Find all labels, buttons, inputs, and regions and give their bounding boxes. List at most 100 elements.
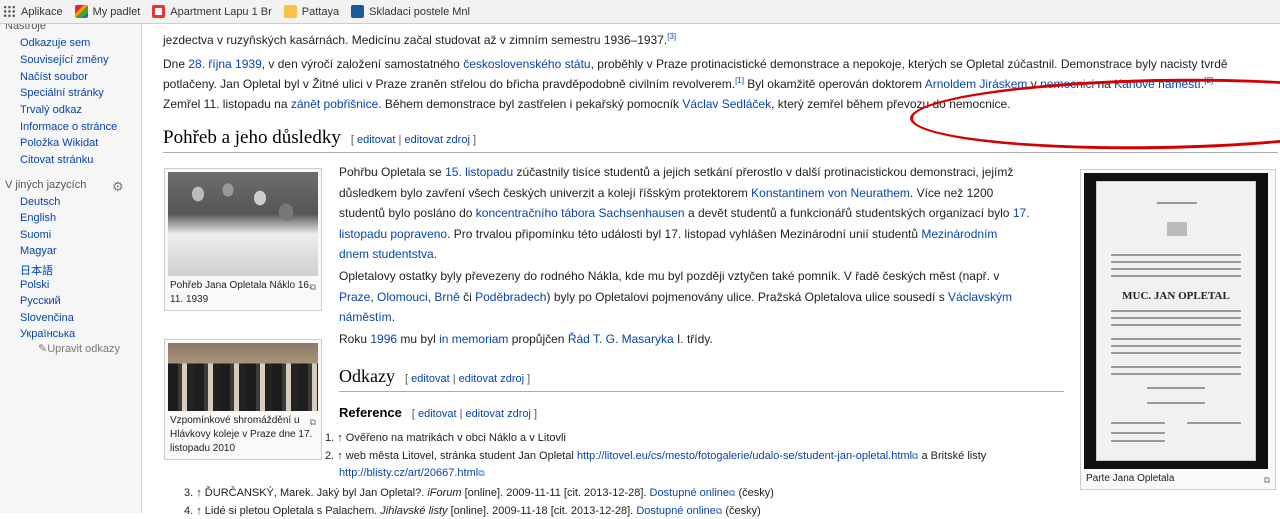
link-17-listopadu-b[interactable]: listopadu popraveno <box>339 227 447 241</box>
sidebar-item-what-links-here[interactable]: Odkazuje sem <box>20 37 90 49</box>
parte-text-line <box>1147 402 1205 404</box>
link-mezinarodni-den-b[interactable]: dnem studentstva <box>339 247 434 261</box>
lang-polski[interactable]: Polski <box>20 279 49 291</box>
line: Pohřbu Opletala se 15. listopadu zúčastn… <box>339 165 1014 179</box>
gear-icon[interactable]: ⚙ <box>112 179 124 195</box>
link-karlovo-namesti[interactable]: Karlově náměstí <box>1114 77 1201 91</box>
lang-english[interactable]: English <box>20 212 56 224</box>
enlarge-icon[interactable]: ⧉ <box>310 415 316 429</box>
link-ceskoslovenskeho-statu[interactable]: československého státu <box>463 57 590 71</box>
link-vaclav-sedlacek[interactable]: Václav Sedláček <box>682 97 771 111</box>
thumbnail-parte: MUC. JAN OPLETAL Parte Jana Opletala ⧉ <box>1080 169 1276 490</box>
bookmark-skladaci[interactable]: Skladaci postele Mnl <box>351 5 470 18</box>
link-vaclavske-a[interactable]: Václavským <box>948 290 1012 304</box>
parte-text-line <box>1111 373 1241 375</box>
link-dostupne-online[interactable]: Dostupné online <box>650 487 730 499</box>
paragraph-remains: Opletalovy ostatky byly převezeny do rod… <box>339 266 1069 328</box>
parte-text-line <box>1111 432 1165 434</box>
edit-source-link[interactable]: editovat zdroj <box>404 134 469 146</box>
lang-slovencina[interactable]: Slovenčina <box>20 312 74 324</box>
parte-name: MUC. JAN OPLETAL <box>1122 290 1230 302</box>
bookmark-my-padlet[interactable]: My padlet <box>74 5 140 18</box>
citation-2[interactable]: [2] <box>1204 76 1213 85</box>
citation-3[interactable]: [3] <box>667 32 676 41</box>
citation-1[interactable]: [1] <box>735 76 744 85</box>
folder-icon <box>283 5 297 18</box>
parte-text-line <box>1111 324 1241 326</box>
sidebar-item-permalink[interactable]: Trvalý odkaz <box>20 104 82 116</box>
enlarge-icon[interactable]: ⧉ <box>310 280 316 294</box>
bookmark-apps[interactable]: Aplikace <box>3 5 63 18</box>
thumbnail-caption: Parte Jana Opletala ⧉ <box>1086 473 1270 487</box>
link-zanet-pobrisnice[interactable]: zánět pobřišnice <box>291 97 378 111</box>
section-edit-links: [ editovat | editovat zdroj ] <box>404 373 531 385</box>
section-divider <box>339 391 1064 392</box>
link-28-rijna[interactable]: 28. října 1939 <box>188 57 261 71</box>
link-podebrady[interactable]: Poděbradech <box>475 290 546 304</box>
link-1996[interactable]: 1996 <box>370 332 397 346</box>
bookmark-pattaya[interactable]: Pattaya <box>283 5 339 18</box>
sidebar-item-upload[interactable]: Načíst soubor <box>20 71 88 83</box>
link-praha[interactable]: Praze <box>339 290 370 304</box>
parte-text-line <box>1111 345 1241 347</box>
sidebar-item-page-info[interactable]: Informace o stránce <box>20 121 117 133</box>
thumbnail-funeral: Pohřeb Jana Opletala Náklo 16. 11. 1939 ⧉ <box>164 168 322 311</box>
sidebar-item-special-pages[interactable]: Speciální stránky <box>20 87 104 99</box>
apps-grid-icon <box>3 5 16 18</box>
line: Zemřel 11. listopadu na zánět pobřišnice… <box>163 97 1011 111</box>
sidebar-item-wikidata[interactable]: Položka Wikidat <box>20 137 98 149</box>
lang-deutsch[interactable]: Deutsch <box>20 196 60 208</box>
section-edit-links: [ editovat | editovat zdroj ] <box>350 134 477 146</box>
commemoration-photo[interactable] <box>168 343 318 411</box>
lang-russian[interactable]: Русский <box>20 295 61 307</box>
link-mezinarodni-den-a[interactable]: Mezinárodním <box>921 227 997 241</box>
link-dostupne-online[interactable]: Dostupné online <box>636 505 716 517</box>
parte-text-line <box>1111 440 1165 442</box>
edit-link[interactable]: editovat <box>357 134 396 146</box>
lang-japanese[interactable]: 日本語 <box>20 262 53 278</box>
parte-image[interactable]: MUC. JAN OPLETAL <box>1084 173 1268 469</box>
link-neurath[interactable]: Konstantinem von Neurathem <box>751 186 910 200</box>
link-sachsenhausen[interactable]: koncentračního tábora Sachsenhausen <box>476 206 685 220</box>
link-rad-tgm[interactable]: Řád T. G. Masaryka <box>568 332 674 346</box>
link-brno[interactable]: Brně <box>434 290 459 304</box>
thumbnail-caption: Pohřeb Jana Opletala Náklo 16. 11. 1939 ⧉ <box>170 280 316 305</box>
sidebar-item-related-changes[interactable]: Související změny <box>20 54 109 66</box>
link-olomouc[interactable]: Olomouci <box>377 290 428 304</box>
paragraph-funeral: Pohřbu Opletala se 15. listopadu zúčastn… <box>339 162 1069 265</box>
link-15-listopadu[interactable]: 15. listopadu <box>445 165 513 179</box>
link-litovel-url[interactable]: http://litovel.eu/cs/mesto/fotogalerie/u… <box>577 450 912 462</box>
edit-source-link[interactable]: editovat zdroj <box>459 373 524 385</box>
enlarge-icon[interactable]: ⧉ <box>1264 473 1270 487</box>
pencil-icon: ✎ <box>38 343 48 355</box>
edit-source-link[interactable]: editovat zdroj <box>466 408 531 420</box>
line: Dne 28. října 1939, v den výročí založen… <box>163 57 1228 71</box>
funeral-photo[interactable] <box>168 172 318 276</box>
lang-suomi[interactable]: Suomi <box>20 229 51 241</box>
parte-sheet: MUC. JAN OPLETAL <box>1096 181 1256 461</box>
lang-magyar[interactable]: Magyar <box>20 245 57 257</box>
line: potlačeny. Jan Opletal byl v Žitné ulici… <box>163 76 1214 92</box>
bookmark-apartment[interactable]: Apartment Lapu 1 Br <box>152 5 272 18</box>
line: Praze, Olomouci, Brně či Poděbradech) by… <box>339 289 1013 304</box>
link-vaclavske-b[interactable]: náměstím <box>339 310 392 324</box>
edit-link[interactable]: editovat <box>418 408 457 420</box>
parte-text-line <box>1147 387 1205 389</box>
link-in-memoriam[interactable]: in memoriam <box>439 332 508 346</box>
link-blisty-url[interactable]: http://blisty.cz/art/20667.html <box>339 467 478 479</box>
lang-ukrainian[interactable]: Українська <box>20 328 75 340</box>
link-17-listopadu-a[interactable]: 17. <box>1013 206 1030 220</box>
sidebar-item-cite[interactable]: Citovat stránku <box>20 154 93 166</box>
reference-item: 2. ↑ web města Litovel, stránka student … <box>325 450 987 462</box>
parte-text-line <box>1187 422 1241 424</box>
line: Opletalovy ostatky byly převezeny do rod… <box>339 269 1000 283</box>
reference-item-cont: http://blisty.cz/art/20667.html⧉ <box>339 465 485 481</box>
line: dnem studentstva. <box>339 247 438 261</box>
parte-text-line <box>1111 310 1241 312</box>
edit-link[interactable]: editovat <box>411 373 450 385</box>
padlet-icon <box>74 5 88 18</box>
link-nemocnice[interactable]: nemocnici <box>1040 77 1094 91</box>
link-arnold-jirasek[interactable]: Arnoldem Jiráskem <box>925 77 1028 91</box>
edit-interlanguage-links[interactable]: ✎Upravit odkazy <box>38 342 120 355</box>
reference-item: 1. ↑ Ověřeno na matrikách v obci Náklo a… <box>325 432 566 444</box>
